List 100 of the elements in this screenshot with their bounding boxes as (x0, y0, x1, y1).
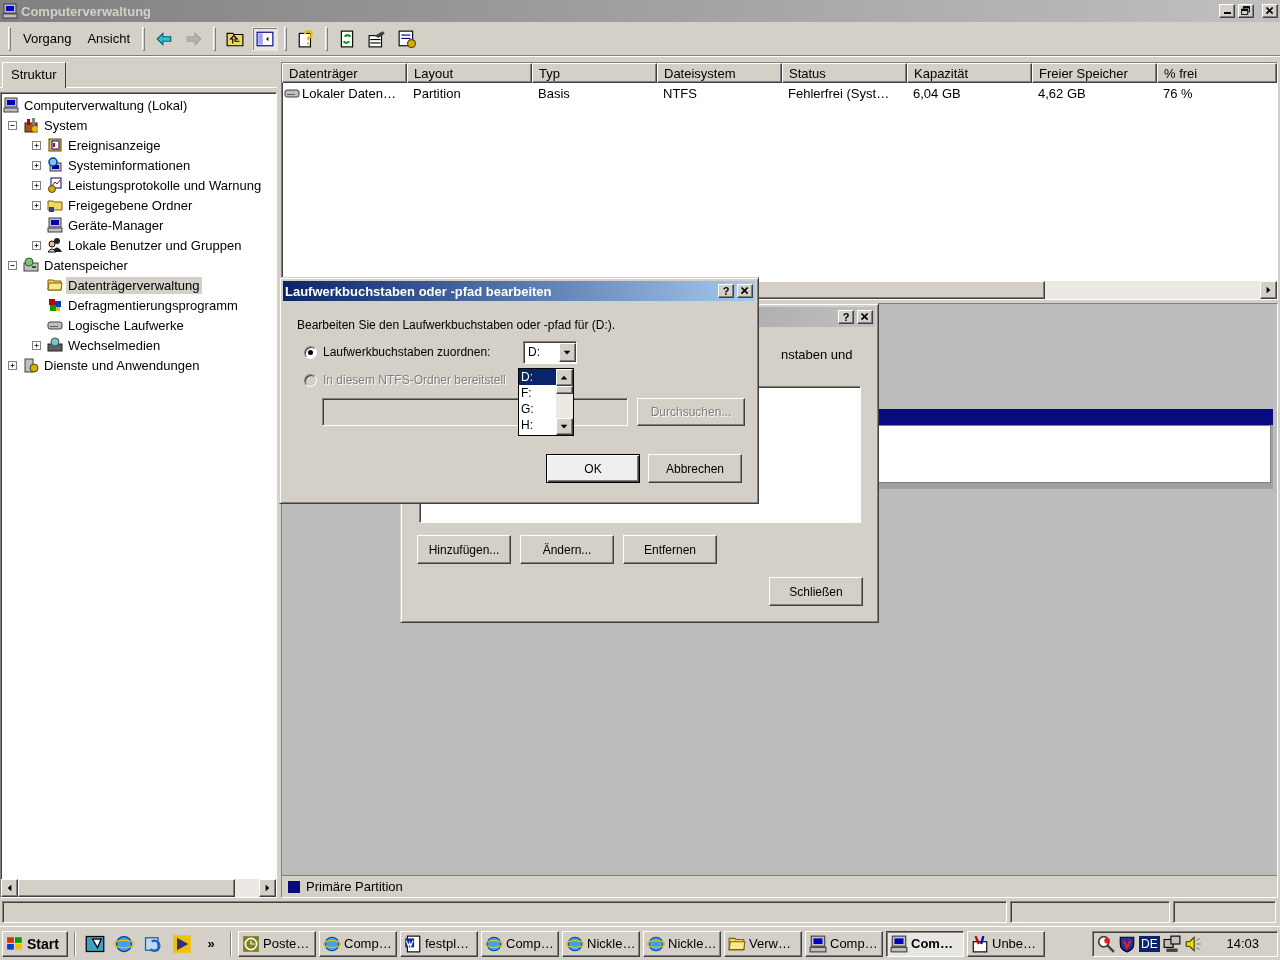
scroll-down-button[interactable] (556, 418, 573, 435)
storage-icon (23, 257, 39, 273)
tree-item[interactable]: Systeminformationen (66, 156, 193, 174)
more-button[interactable]: » (198, 930, 224, 957)
taskbar-button[interactable]: Comp… (319, 930, 397, 957)
close-button[interactable] (737, 284, 753, 298)
minimize-icon (1223, 12, 1231, 14)
magnifier-icon[interactable] (1097, 934, 1115, 953)
globe-e-icon (566, 934, 584, 953)
help-icon (297, 29, 316, 48)
computer-icon (890, 934, 908, 953)
close-dialog-button[interactable]: Schließen (769, 577, 863, 606)
collapse-toggle[interactable] (8, 260, 17, 270)
folder-icon (47, 277, 63, 293)
scroll-right-button[interactable] (1260, 281, 1277, 299)
expand-toggle[interactable] (8, 360, 17, 370)
chart-gear-icon (47, 177, 63, 193)
scroll-thumb[interactable] (556, 386, 573, 394)
column-header[interactable]: Freier Speicher (1032, 63, 1157, 83)
dialog-button[interactable]: Abbrechen (648, 454, 742, 483)
taskbar-button[interactable]: Com… (886, 930, 964, 957)
taskbar-button[interactable]: festpl… (400, 930, 478, 957)
speaker-icon[interactable] (1183, 934, 1202, 953)
window-title: Computerverwaltung (21, 3, 151, 19)
column-header[interactable]: Typ (532, 63, 657, 83)
column-header[interactable]: Kapazität (907, 63, 1032, 83)
help-button[interactable]: ? (718, 284, 734, 298)
dropdown-option[interactable]: D: (519, 369, 556, 385)
toolbar-button[interactable] (252, 26, 279, 51)
tree-item[interactable]: Lokale Benutzer und Gruppen (66, 236, 244, 254)
dialog-button[interactable]: Hinzufügen... (417, 535, 511, 564)
column-header[interactable]: Dateisystem (657, 63, 782, 83)
start-button[interactable]: Start (2, 930, 68, 957)
tree-item[interactable]: Datenspeicher (42, 256, 130, 274)
back-arrow-icon (155, 29, 174, 48)
dropdown-option[interactable]: H: (519, 417, 556, 433)
tree-item[interactable]: Wechselmedien (66, 336, 163, 354)
expand-toggle[interactable] (32, 200, 41, 210)
tree-item[interactable]: Dienste und Anwendungen (42, 356, 202, 374)
taskbar-button[interactable]: Nickle… (562, 930, 640, 957)
radio-button[interactable] (304, 345, 317, 359)
expand-toggle[interactable] (32, 160, 41, 170)
column-header[interactable]: Datenträger (282, 63, 407, 83)
dialog-button[interactable]: Ändern... (520, 535, 614, 564)
globe-e-icon (485, 934, 503, 953)
expand-toggle[interactable] (32, 180, 41, 190)
vertical-scrollbar[interactable] (556, 369, 573, 435)
shared-folder-icon (47, 197, 63, 213)
taskbar-button[interactable]: Unbe… (967, 930, 1045, 957)
expand-toggle[interactable] (32, 340, 41, 350)
scroll-left-button[interactable] (1, 879, 18, 897)
table-cell: 4,62 GB (1038, 85, 1086, 101)
tree-item[interactable]: Computerverwaltung (Lokal) (22, 96, 190, 114)
taskbar-button[interactable]: Nickle… (643, 930, 721, 957)
collapse-toggle[interactable] (8, 120, 17, 130)
tree-item[interactable]: Freigegebene Ordner (66, 196, 195, 214)
tree-item[interactable]: Ereignisanzeige (66, 136, 163, 154)
column-header[interactable]: % frei (1157, 63, 1277, 83)
taskbar-button[interactable]: Comp… (805, 930, 883, 957)
drive-letter-dropdown[interactable]: D: (523, 340, 577, 364)
table-cell: 76 % (1163, 85, 1193, 101)
scroll-up-button[interactable] (556, 369, 573, 386)
expand-toggle[interactable] (32, 240, 41, 250)
paint-tools-icon (971, 934, 989, 953)
taskbar-button[interactable]: Verw… (724, 930, 802, 957)
horizontal-scrollbar[interactable] (1, 879, 276, 897)
column-header[interactable]: Layout (407, 63, 532, 83)
plus-icon (9, 361, 16, 369)
menu-item[interactable]: Ansicht (79, 28, 139, 49)
scroll-right-button[interactable] (259, 879, 276, 897)
tab[interactable]: Struktur (2, 62, 66, 88)
scroll-thumb[interactable] (18, 879, 235, 897)
dialog-prompt: Bearbeiten Sie den Laufwerkbuchstaben oder -pfad für (D:). (297, 318, 617, 332)
expand-toggle[interactable] (32, 140, 41, 150)
computers-icon[interactable] (1162, 934, 1181, 953)
menu-item[interactable]: Vorgang (15, 28, 80, 49)
panel-icon (256, 29, 275, 48)
language-indicator[interactable]: DE (1139, 935, 1160, 952)
plus-icon (33, 161, 40, 169)
log-book-icon (47, 137, 63, 153)
plus-icon (33, 341, 40, 349)
dialog-button[interactable]: Entfernen (623, 535, 717, 564)
plus-icon (33, 241, 40, 249)
dialog-button[interactable]: OK (546, 454, 640, 483)
legend-label: Primäre Partition (306, 879, 403, 894)
taskbar-button[interactable]: Comp… (481, 930, 559, 957)
tree-item[interactable]: Geräte-Manager (66, 216, 166, 234)
taskbar-button[interactable]: Poste… (238, 930, 316, 957)
tree-item[interactable]: Datenträgerverwaltung (66, 276, 202, 294)
computer-icon (3, 97, 19, 113)
shield-icon[interactable] (1118, 934, 1136, 953)
tree-item[interactable]: System (42, 116, 90, 134)
dropdown-option[interactable]: F: (519, 385, 556, 401)
radio-label: In diesem NTFS-Ordner bereitstell (323, 373, 506, 387)
tree-item[interactable]: Logische Laufwerke (66, 316, 186, 334)
tree-item[interactable]: Leistungsprotokolle und Warnung (66, 176, 264, 194)
users-icon (47, 237, 63, 253)
tree-item[interactable]: Defragmentierungsprogramm (66, 296, 240, 314)
dropdown-option[interactable]: G: (519, 401, 556, 417)
column-header[interactable]: Status (782, 63, 907, 83)
